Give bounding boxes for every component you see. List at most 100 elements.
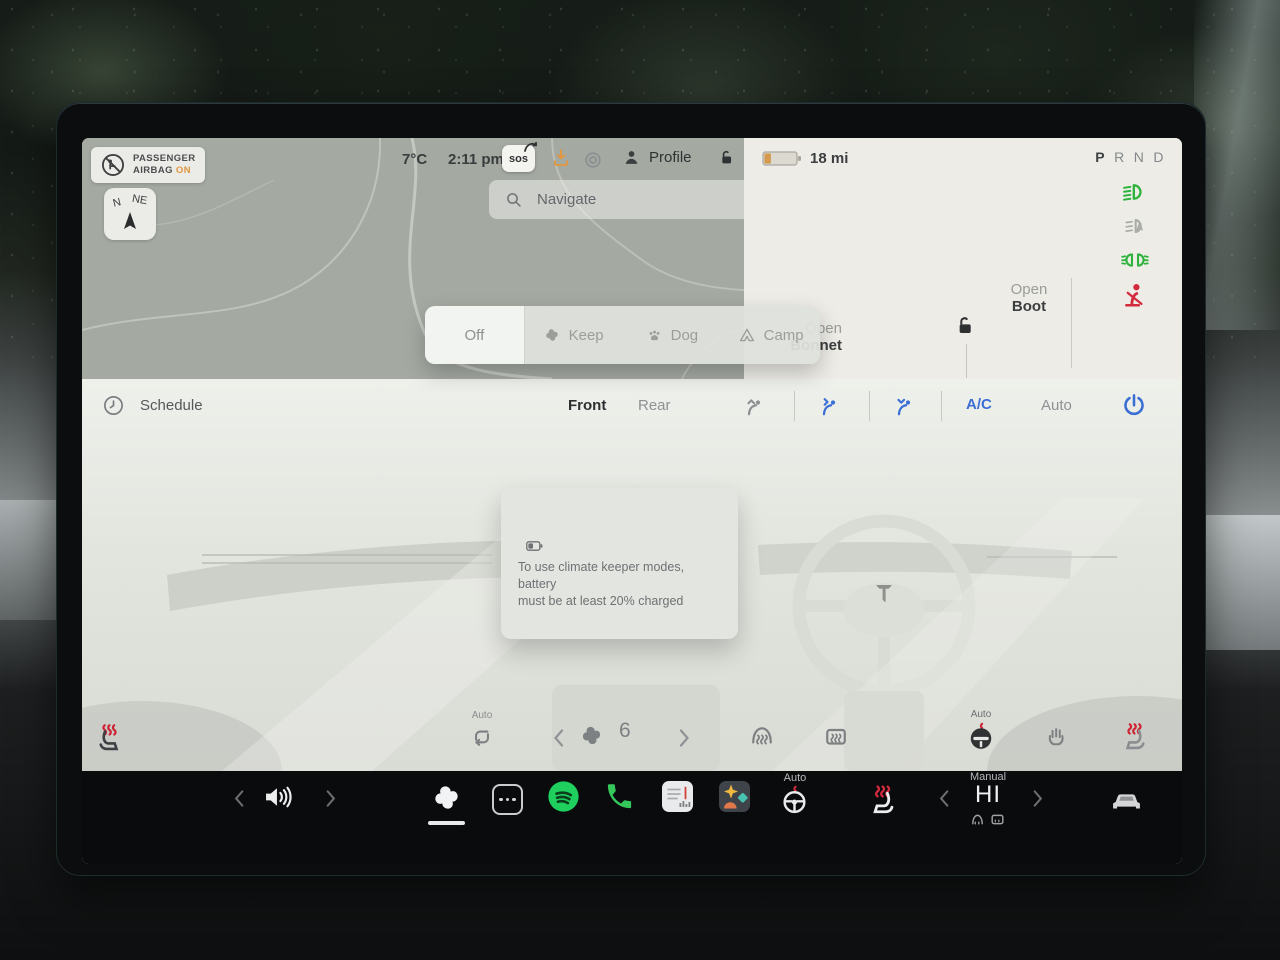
keeper-off-button[interactable]: Off: [425, 306, 524, 364]
divider: [794, 391, 795, 421]
notice-line1: To use climate keeper modes, battery: [518, 560, 684, 591]
auto-headlights-icon[interactable]: [1121, 212, 1149, 240]
fan-icon: [578, 722, 605, 749]
dock-seat-heater-button[interactable]: [865, 782, 897, 814]
front-defrost-button[interactable]: [748, 722, 776, 750]
volume-up-button[interactable]: [325, 789, 337, 808]
keeper-camp-button[interactable]: Camp: [721, 306, 820, 364]
profile-button[interactable]: Profile: [622, 148, 692, 167]
position-lamps-icon[interactable]: [1121, 246, 1149, 274]
climate-panel: Schedule Front Rear A/C Auto: [82, 379, 1182, 771]
volume-down-button[interactable]: [233, 789, 245, 808]
climate-power-button[interactable]: [1120, 391, 1148, 419]
airbag-state: ON: [176, 165, 191, 176]
fan-speed-down-button[interactable]: [552, 728, 565, 748]
spotify-app-icon[interactable]: [547, 780, 580, 813]
app-launcher-button[interactable]: [492, 784, 523, 815]
airflow-feet-button[interactable]: [890, 394, 917, 421]
airbag-label-line1: PASSENGER: [133, 153, 196, 165]
gear-p[interactable]: P: [1095, 149, 1105, 165]
ac-button[interactable]: A/C: [966, 396, 992, 413]
gear-r[interactable]: R: [1114, 149, 1125, 165]
divider: [941, 391, 942, 421]
compass-n-label: N: [112, 196, 123, 210]
fan-speed-up-button[interactable]: [678, 728, 691, 748]
active-app-indicator: [428, 821, 465, 825]
toybox-app-icon[interactable]: [718, 780, 751, 813]
sos-button[interactable]: sos: [502, 145, 535, 172]
passenger-seat-heater-button[interactable]: [1118, 720, 1148, 750]
profile-label: Profile: [649, 149, 692, 166]
person-icon: [622, 148, 641, 167]
paw-icon: [646, 327, 663, 344]
battery-range[interactable]: 18 mi: [762, 150, 848, 167]
keeper-keep-button[interactable]: Keep: [524, 306, 623, 364]
rear-tab[interactable]: Rear: [638, 397, 671, 414]
defrost-down-button[interactable]: [938, 789, 950, 808]
clock: 2:11 pm: [448, 151, 504, 168]
heated-steering-button[interactable]: [966, 721, 996, 751]
airflow-face-button[interactable]: [815, 394, 842, 421]
low-battery-icon: [526, 541, 543, 551]
front-tab[interactable]: Front: [568, 397, 606, 414]
outside-temperature[interactable]: 7°C: [402, 151, 427, 168]
gear-n[interactable]: N: [1134, 149, 1145, 165]
passenger-airbag-indicator: PASSENGER AIRBAG ON: [91, 147, 205, 183]
climate-app-icon[interactable]: [429, 780, 464, 815]
phone-app-icon[interactable]: [604, 781, 635, 812]
defrost-up-button[interactable]: [1032, 789, 1044, 808]
recirc-auto-label: Auto: [464, 710, 500, 721]
schedule-label: Schedule: [140, 397, 203, 414]
mini-front-defrost-icon: [970, 813, 985, 826]
compass-widget[interactable]: N NE: [104, 188, 156, 240]
compass-ne-label: NE: [131, 193, 148, 207]
fan-icon: [543, 326, 561, 344]
software-update-icon[interactable]: [550, 147, 572, 169]
navigate-placeholder: Navigate: [537, 191, 596, 208]
rear-defrost-button[interactable]: [822, 723, 850, 751]
tent-icon: [738, 326, 756, 344]
notice-line2: must be at least 20% charged: [518, 594, 683, 608]
defrost-level-value: HI: [957, 781, 1019, 809]
battery-notice-card: To use climate keeper modes, battery mus…: [501, 488, 738, 639]
divider: [869, 391, 870, 421]
speaker-icon[interactable]: [262, 782, 296, 812]
auto-climate-button[interactable]: Auto: [1041, 397, 1072, 414]
radio-app-icon[interactable]: [661, 780, 694, 813]
heated-wipers-button[interactable]: [1043, 723, 1070, 750]
airflow-face-up-button[interactable]: [740, 394, 767, 421]
dock-heated-steering-button[interactable]: [779, 784, 810, 815]
touchscreen-bezel: PASSENGER AIRBAG ON N NE 7°C 2:11 pm sos: [56, 102, 1206, 876]
dock-steering-auto-label: Auto: [777, 772, 813, 784]
steering-auto-label: Auto: [966, 709, 996, 720]
keeper-dog-button[interactable]: Dog: [623, 306, 722, 364]
vehicle-controls-button[interactable]: [1108, 784, 1145, 812]
climate-keeper-popup: Off Keep Dog Camp: [425, 306, 820, 364]
frunk-line: [966, 344, 967, 378]
gear-selector[interactable]: P R N D: [1095, 149, 1164, 165]
clock-icon: [102, 394, 125, 417]
low-beam-headlights-icon[interactable]: [1121, 178, 1149, 206]
air-recirculation-button[interactable]: [469, 724, 495, 750]
car-unlocked-icon[interactable]: [952, 314, 975, 337]
open-boot-button[interactable]: Open Boot: [994, 281, 1064, 315]
dashcam-record-icon[interactable]: [585, 152, 601, 168]
dashboard-trim-right: [1202, 515, 1280, 650]
fan-speed-value: 6: [619, 719, 631, 743]
driver-seat-heater-button[interactable]: [96, 721, 126, 751]
window-glass-streak: [1194, 0, 1280, 330]
airbag-status-icon: [100, 152, 126, 178]
mini-rear-defrost-icon: [990, 813, 1005, 826]
search-icon: [505, 191, 523, 209]
gear-d[interactable]: D: [1153, 149, 1164, 165]
airbag-label-line2: AIRBAG: [133, 165, 173, 176]
schedule-button[interactable]: Schedule: [102, 394, 203, 417]
boot-divider-line: [1071, 278, 1072, 368]
seatbelt-warning-icon: [1121, 281, 1149, 309]
touchscreen: PASSENGER AIRBAG ON N NE 7°C 2:11 pm sos: [82, 138, 1182, 864]
navigate-search-input[interactable]: Navigate: [489, 180, 767, 219]
sos-arrow-icon: [524, 141, 538, 152]
dashboard-trim-left: [0, 500, 57, 620]
unlocked-icon[interactable]: [716, 148, 735, 167]
battery-icon: [762, 150, 802, 167]
